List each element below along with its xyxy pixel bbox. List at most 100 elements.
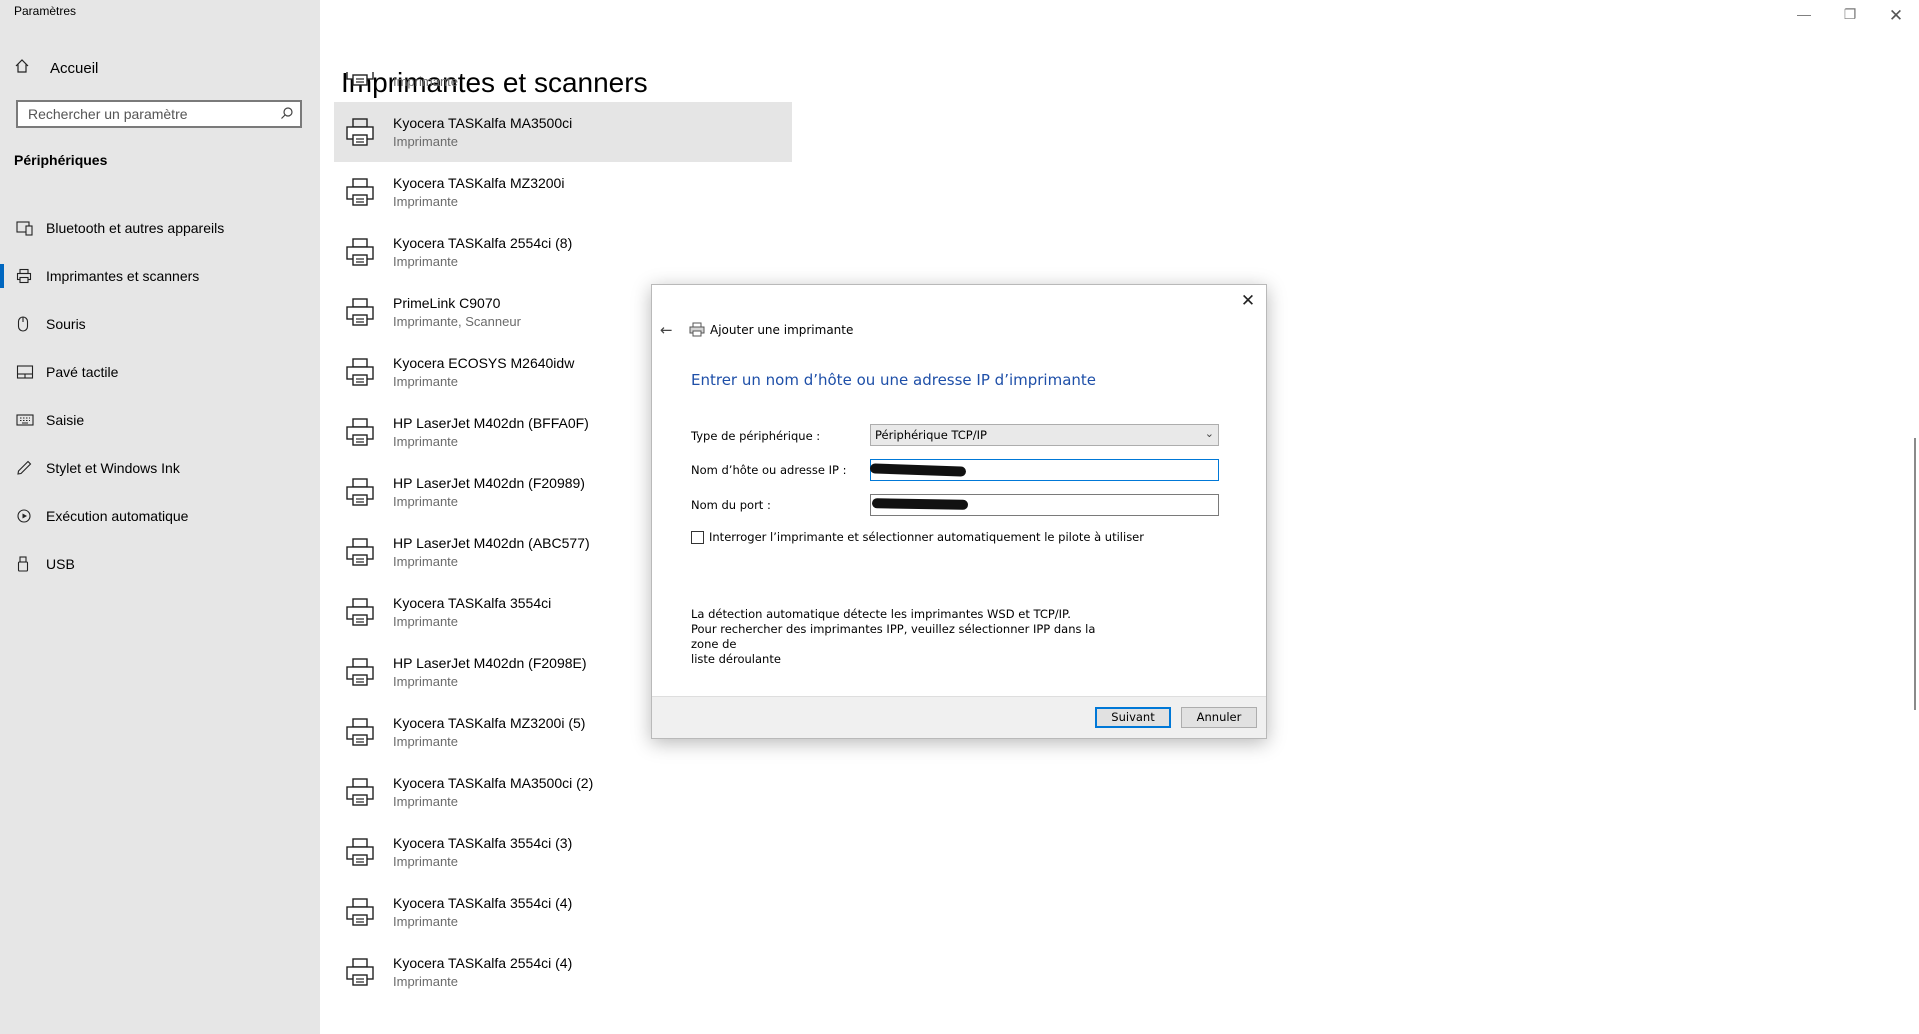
auto-driver-checkbox[interactable] [691, 530, 704, 544]
home-icon [14, 58, 36, 78]
printer-icon [344, 776, 378, 808]
printer-text: Kyocera TASKalfa MZ3200i Imprimante [393, 174, 564, 211]
printer-list-item[interactable]: Kyocera TASKalfa 2554ci (4) Imprimante [334, 942, 792, 1002]
printer-icon [689, 322, 705, 341]
close-icon[interactable]: ✕ [1886, 6, 1906, 26]
nav-home[interactable]: Accueil [14, 56, 98, 80]
printer-text: Kyocera TASKalfa 3554ci (3) Imprimante [393, 834, 572, 871]
printer-icon [344, 536, 378, 568]
dialog-close-icon[interactable]: ✕ [1238, 291, 1258, 311]
printer-type: Imprimante [393, 433, 459, 449]
printer-icon [344, 236, 378, 268]
search-input[interactable] [18, 102, 288, 126]
mouse-icon [16, 316, 36, 332]
keyboard-icon [16, 413, 36, 427]
printer-name: Kyocera TASKalfa 3554ci (4) [393, 894, 573, 911]
printer-type: Imprimante, Scanneur [393, 313, 521, 329]
printer-list-item[interactable]: Kyocera TASKalfa MZ3200i Imprimante [334, 162, 792, 222]
section-title: Périphériques [14, 152, 108, 168]
info-line: liste déroulante [691, 652, 781, 666]
printer-icon [344, 476, 378, 508]
auto-driver-checkbox-label: Interroger l’imprimante et sélectionner … [709, 530, 1144, 544]
search-icon[interactable] [280, 106, 294, 125]
info-line: Pour rechercher des imprimantes IPP, veu… [691, 622, 1096, 651]
printer-name: Kyocera TASKalfa MA3500ci (2) [393, 774, 594, 791]
printer-name: Kyocera TASKalfa 2554ci (8) [393, 234, 573, 251]
printer-type: Imprimante [393, 133, 459, 149]
printer-type: Imprimante [393, 253, 459, 269]
printer-text: Kyocera TASKalfa 2554ci (8) Imprimante [393, 234, 572, 271]
printer-name: HP LaserJet M402dn (ABC577) [393, 534, 590, 551]
printer-name: Kyocera TASKalfa 2554ci (4) [393, 954, 573, 971]
printer-type: Imprimante [393, 493, 459, 509]
sidebar-item-label: Saisie [46, 412, 85, 428]
printer-icon [344, 596, 378, 628]
sidebar-item-autoplay[interactable]: Exécution automatique [0, 492, 320, 540]
sidebar-item-bluetooth[interactable]: Bluetooth et autres appareils [0, 204, 320, 252]
auto-driver-checkbox-row[interactable]: Interroger l’imprimante et sélectionner … [691, 530, 1144, 544]
sidebar-item-touchpad[interactable]: Pavé tactile [0, 348, 320, 396]
app-title: Paramètres [14, 4, 77, 18]
dialog-heading: Entrer un nom d’hôte ou une adresse IP d… [691, 371, 1097, 389]
printer-type: Imprimante [393, 193, 459, 209]
printer-icon [344, 356, 378, 388]
printer-type: Imprimante [393, 973, 459, 989]
hostname-label: Nom d’hôte ou adresse IP : [691, 463, 847, 477]
printer-list-item[interactable]: Kyocera TASKalfa MA3500ci (2) Imprimante [334, 762, 792, 822]
printer-icon [16, 268, 36, 284]
printer-text: PrimeLink C9070 Imprimante, Scanneur [393, 294, 521, 331]
touchpad-icon [16, 364, 36, 380]
add-printer-dialog: ✕ ← Ajouter une imprimante Entrer un nom… [651, 284, 1267, 739]
sidebar: Paramètres Accueil Périphériques Bluetoo… [0, 0, 320, 1034]
printer-type: Imprimante [393, 673, 459, 689]
chevron-down-icon: ⌄ [1204, 427, 1214, 440]
device-type-select[interactable]: Périphérique TCP/IP ⌄ [870, 424, 1219, 446]
printer-icon [344, 416, 378, 448]
sidebar-item-label: Stylet et Windows Ink [46, 460, 180, 476]
printer-text: HP LaserJet M402dn (ABC577) Imprimante [393, 534, 590, 571]
sidebar-item-label: USB [46, 556, 75, 572]
printer-list-item[interactable]: Kyocera TASKalfa 2554ci (8) Imprimante [334, 222, 792, 282]
printer-icon [344, 296, 378, 328]
device-type-label: Type de périphérique : [691, 429, 821, 443]
printer-icon [344, 716, 378, 748]
printer-type: Imprimante [393, 553, 459, 569]
sidebar-item-label: Imprimantes et scanners [46, 268, 200, 284]
sidebar-item-usb[interactable]: USB [0, 540, 320, 588]
scrollbar[interactable] [1914, 438, 1916, 710]
printer-list-item[interactable]: Kyocera TASKalfa MA3500ci Imprimante [334, 102, 792, 162]
printer-text: Kyocera TASKalfa MZ3200i (5) Imprimante [393, 714, 585, 751]
printer-type: Imprimante [393, 73, 459, 89]
nav-list: Bluetooth et autres appareils Imprimante… [0, 204, 320, 588]
search-box[interactable] [16, 100, 302, 128]
sidebar-item-label: Pavé tactile [46, 364, 119, 380]
printer-list-item[interactable]: Kyocera TASKalfa 2554ci (5)Imprimante [334, 72, 792, 102]
nav-home-label: Accueil [50, 59, 99, 77]
next-button[interactable]: Suivant [1095, 707, 1171, 728]
restore-icon[interactable]: ❐ [1840, 6, 1860, 23]
sidebar-item-typing[interactable]: Saisie [0, 396, 320, 444]
sidebar-item-label: Bluetooth et autres appareils [46, 220, 225, 236]
sidebar-item-printers[interactable]: Imprimantes et scanners [0, 252, 320, 300]
printer-name: HP LaserJet M402dn (BFFA0F) [393, 414, 589, 431]
cancel-button[interactable]: Annuler [1181, 707, 1257, 728]
printer-name: Kyocera TASKalfa MZ3200i [393, 174, 565, 191]
device-type-value: Périphérique TCP/IP [875, 428, 987, 442]
printer-text: HP LaserJet M402dn (F20989) Imprimante [393, 474, 585, 511]
dialog-footer: Suivant Annuler [652, 696, 1266, 738]
bluetooth-devices-icon [16, 220, 36, 236]
back-arrow-icon[interactable]: ← [660, 321, 673, 339]
sidebar-item-label: Exécution automatique [46, 508, 189, 524]
redaction-mark [871, 498, 969, 510]
printer-text: Kyocera TASKalfa 2554ci (4) Imprimante [393, 954, 572, 991]
printer-icon [344, 836, 378, 868]
info-text: La détection automatique détecte les imp… [691, 607, 1111, 667]
printer-text: Kyocera TASKalfa 3554ci Imprimante [393, 594, 551, 631]
minimize-icon[interactable]: — [1794, 6, 1814, 22]
printer-list-item[interactable]: Kyocera TASKalfa 3554ci (4) Imprimante [334, 882, 792, 942]
sidebar-item-mouse[interactable]: Souris [0, 300, 320, 348]
printer-list-item[interactable]: Kyocera TASKalfa 3554ci (3) Imprimante [334, 822, 792, 882]
usb-icon [16, 556, 36, 572]
sidebar-item-pen[interactable]: Stylet et Windows Ink [0, 444, 320, 492]
pen-icon [16, 460, 36, 476]
